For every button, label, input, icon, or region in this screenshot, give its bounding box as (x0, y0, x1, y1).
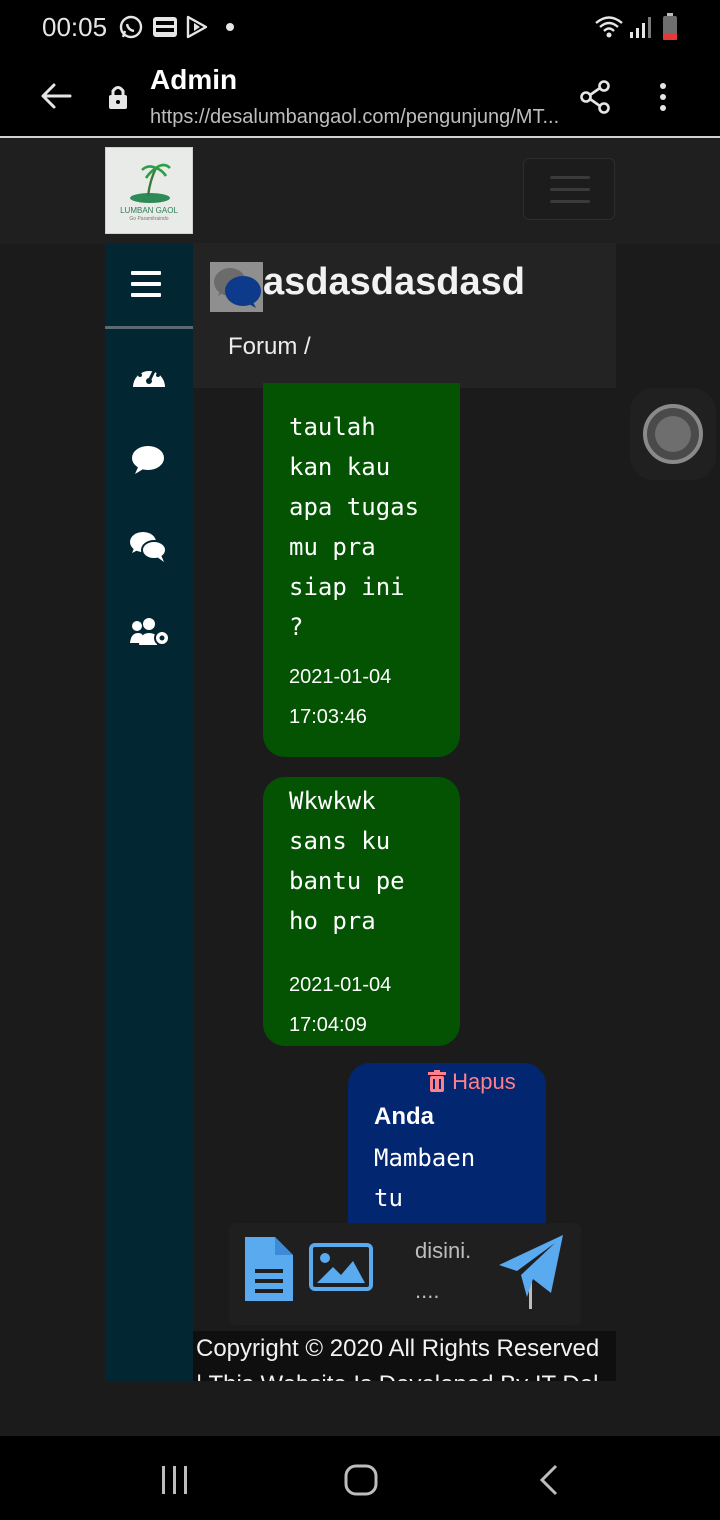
delete-label: Hapus (452, 1069, 516, 1094)
paper-plane-icon[interactable] (499, 1235, 565, 1299)
logo-subtext: Go Paramitraindo (129, 216, 169, 222)
comment-icon[interactable] (131, 445, 165, 475)
status-time: 00:05 (42, 12, 108, 42)
message-timestamp: 2021-01-04 17:03:46 (289, 666, 392, 728)
lock-icon (109, 86, 127, 109)
logo-text: LUMBAN GAOL (120, 206, 178, 215)
chat-content: asdasdasdasd Forum / taulah kan kau apa … (193, 243, 616, 1381)
dashboard-gauge-icon[interactable] (131, 359, 167, 391)
toggler-bar (550, 200, 590, 203)
play-icon (186, 15, 208, 39)
back-icon[interactable] (538, 1464, 560, 1496)
battery-low-icon (663, 13, 677, 40)
message-composer: disini. .... (229, 1223, 581, 1325)
chat-header: asdasdasdasd Forum / (193, 243, 616, 388)
status-bar: 00:05 (0, 0, 720, 56)
toggler-bar (550, 176, 590, 179)
site-logo[interactable]: LUMBAN GAOL Go Paramitraindo (105, 147, 193, 234)
wifi-icon (595, 16, 623, 38)
web-page: LUMBAN GAOL Go Paramitraindo asdasdasdas… (0, 138, 720, 1435)
signal-icon (630, 17, 651, 38)
menu-icon (131, 271, 161, 297)
message-bubble: Wkwkwk sans ku bantu pe ho pra 2021-01-0… (263, 777, 460, 1046)
message-input[interactable]: disini. .... (415, 1231, 485, 1315)
floating-assistive-button[interactable] (630, 388, 716, 480)
file-alt-icon[interactable] (245, 1237, 293, 1301)
webtoon-icon (153, 17, 177, 37)
message-text: taulah kan kau apa tugas mu pra siap ini… (289, 413, 420, 641)
image-icon[interactable] (309, 1243, 373, 1291)
message-text: Mambaen tu (374, 1144, 476, 1212)
page-url[interactable]: https://desalumbangaol.com/pengunjung/MT… (150, 106, 570, 129)
share-icon[interactable] (580, 80, 612, 114)
footer-second-line: | This Website Is Developed By IT Del (196, 1371, 598, 1381)
back-arrow-icon[interactable] (40, 82, 72, 110)
message-timestamp: 2021-01-04 17:04:09 (289, 974, 392, 1036)
dot-icon (226, 23, 234, 31)
sidebar (105, 243, 193, 1381)
site-navbar: LUMBAN GAOL Go Paramitraindo (0, 138, 720, 244)
recents-icon[interactable] (160, 1466, 190, 1494)
my-message-bubble: Hapus Anda Mambaen tu (348, 1063, 546, 1223)
whatsapp-icon (119, 15, 143, 39)
breadcrumb[interactable]: Forum / (228, 333, 311, 361)
trash-icon (428, 1070, 446, 1092)
sender-name: Anda (374, 1103, 434, 1130)
assistive-core (655, 416, 691, 452)
users-cog-icon[interactable] (129, 617, 171, 647)
chat-title: asdasdasdasd (263, 261, 525, 303)
comments-icon[interactable] (129, 531, 167, 563)
system-navigation-bar (0, 1436, 720, 1520)
toggler-bar (550, 188, 590, 191)
assistive-ring (643, 404, 703, 464)
copyright-text: Copyright © 2020 All Rights Reserved (196, 1335, 600, 1362)
message-bubble: taulah kan kau apa tugas mu pra siap ini… (263, 383, 460, 757)
page-footer: Copyright © 2020 All Rights Reserved | T… (193, 1331, 616, 1381)
sidebar-toggle-button[interactable] (105, 243, 193, 329)
home-icon[interactable] (344, 1464, 378, 1496)
chat-bubbles-icon (210, 262, 263, 312)
palm-island-icon (130, 163, 171, 203)
more-vert-icon[interactable] (656, 82, 670, 112)
browser-toolbar: Admin https://desalumbangaol.com/pengunj… (0, 56, 720, 136)
message-text: Wkwkwk sans ku bantu pe ho pra (289, 787, 405, 935)
page-title: Admin (150, 64, 238, 95)
navbar-toggle-button[interactable] (523, 158, 615, 220)
delete-link[interactable]: Hapus (428, 1069, 516, 1095)
